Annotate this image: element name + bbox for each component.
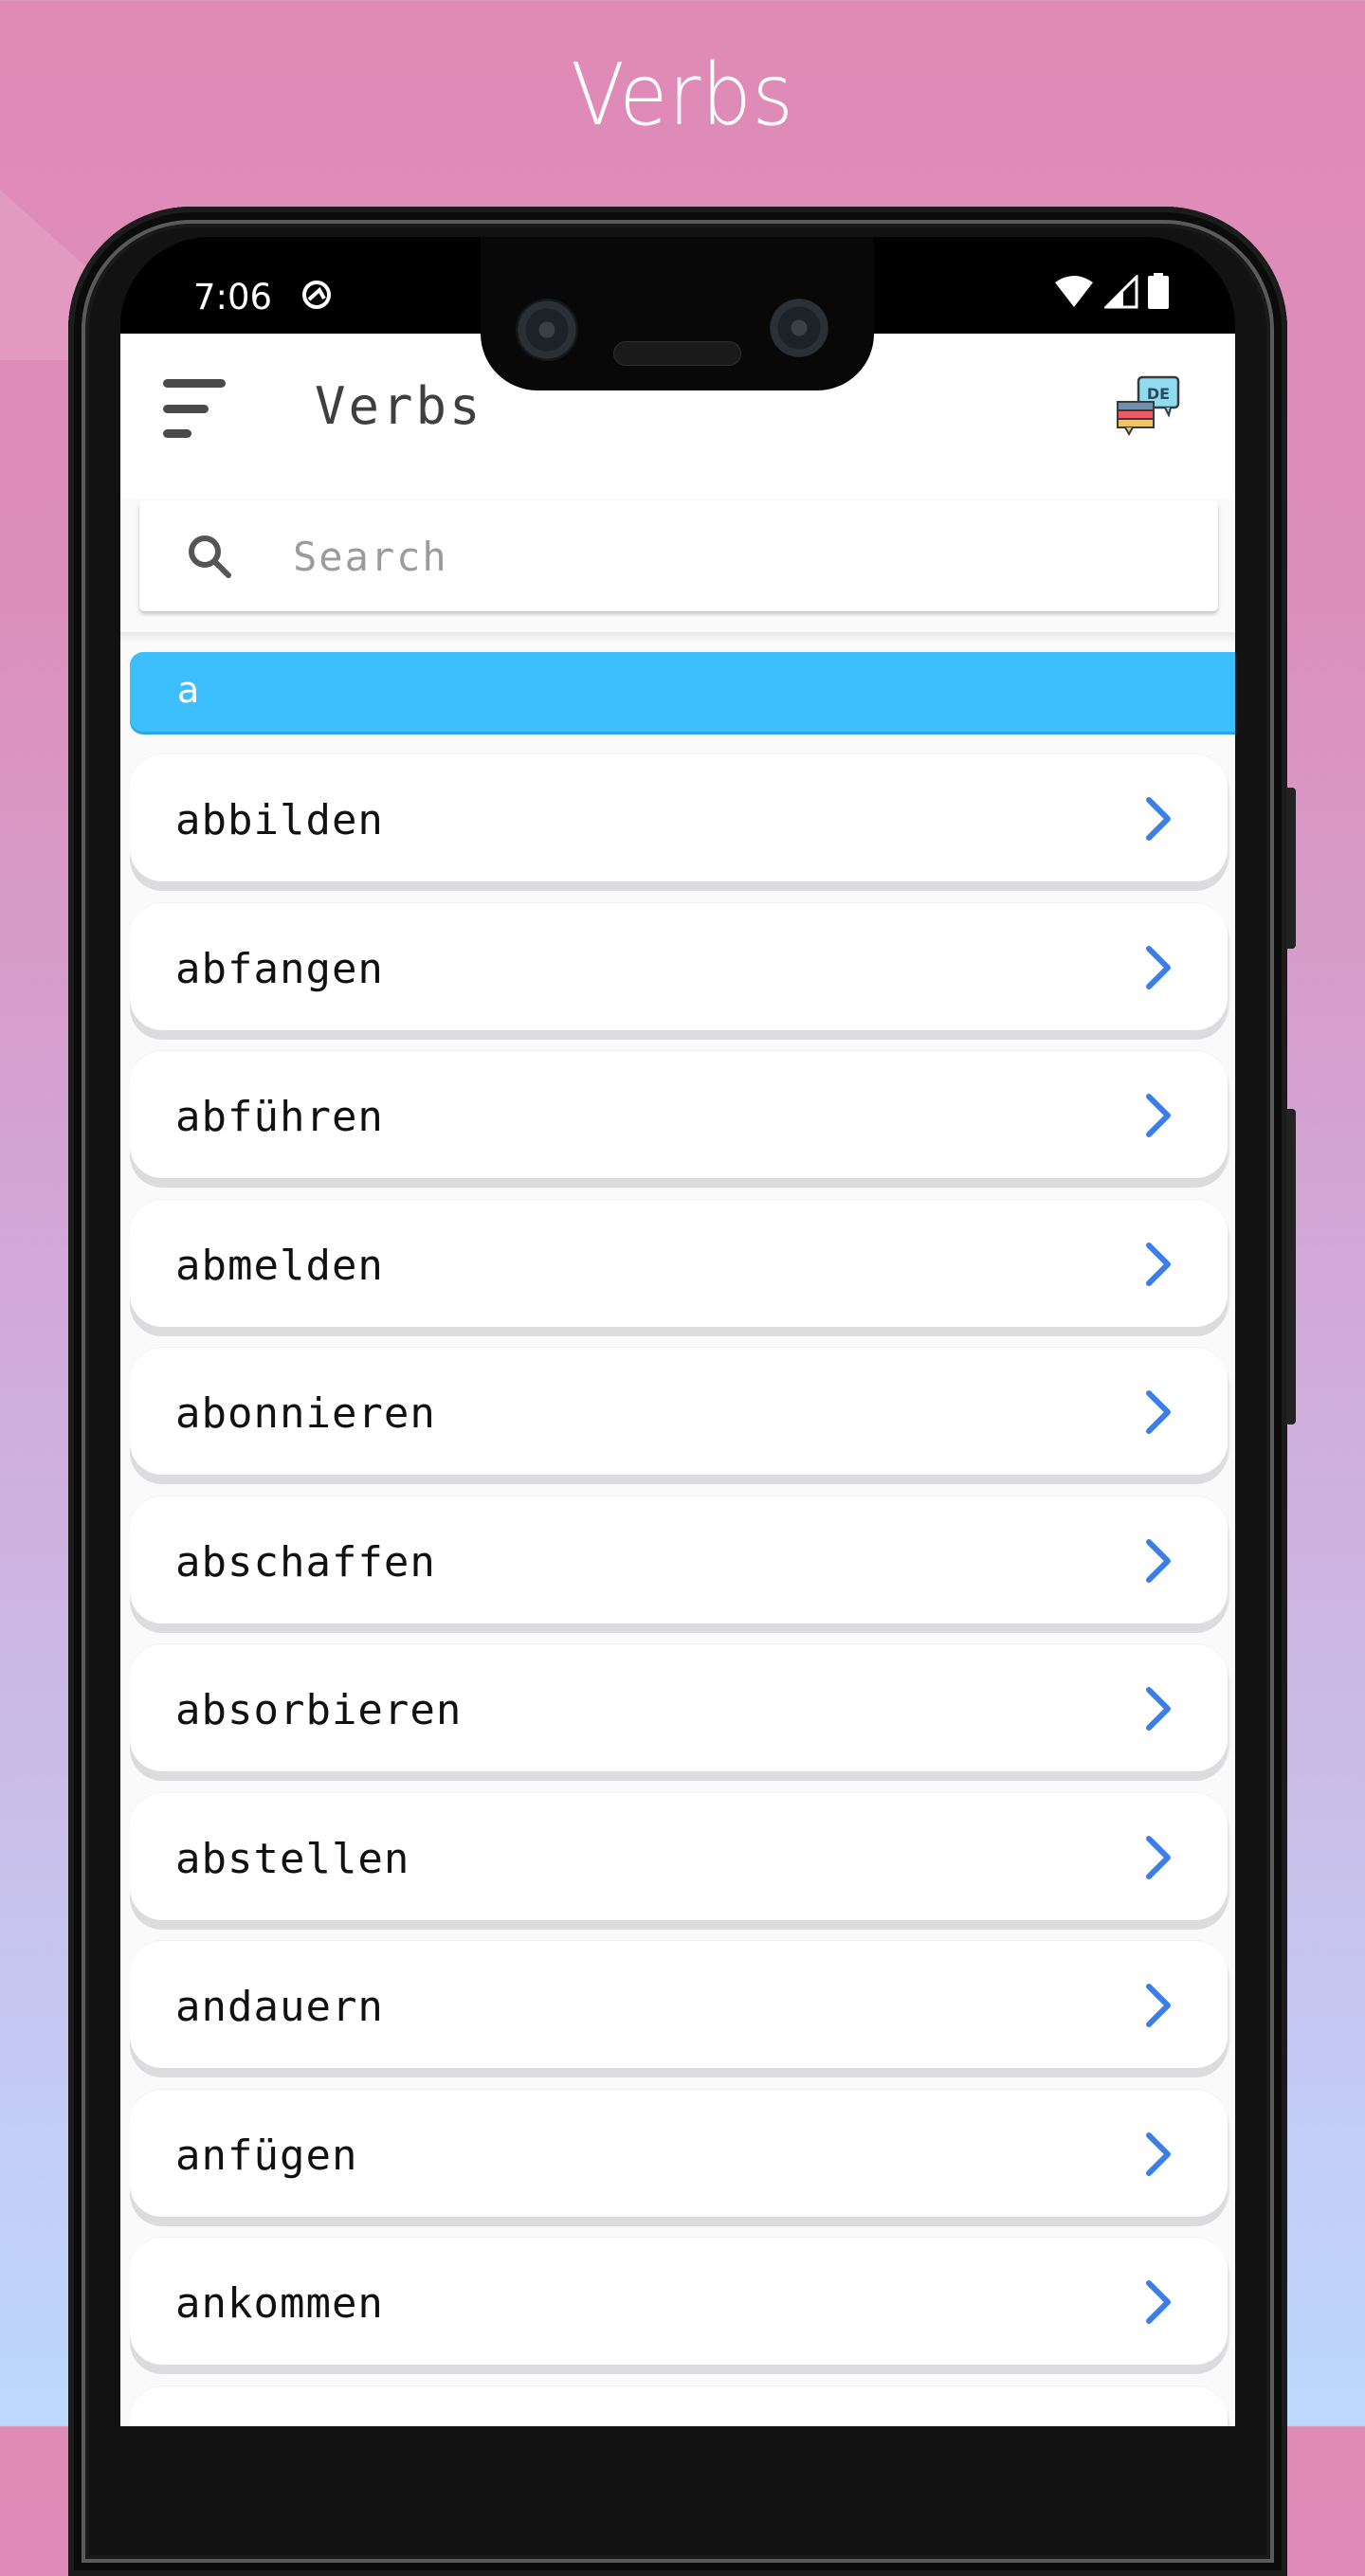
list-item[interactable]: absorbieren	[130, 1644, 1228, 1771]
status-time: 7:06	[193, 277, 273, 317]
chevron-right-icon	[1146, 945, 1171, 989]
search-divider	[120, 632, 1235, 644]
wifi-icon	[1055, 276, 1093, 307]
verb-label: abstellen	[175, 1834, 410, 1883]
verb-label: anfügen	[175, 2131, 358, 2180]
chevron-right-icon	[1146, 1390, 1171, 1434]
chevron-right-icon	[1146, 1094, 1171, 1137]
chevron-right-icon	[1146, 1242, 1171, 1286]
verb-label: absorbieren	[175, 1686, 463, 1734]
battery-icon	[1148, 273, 1169, 309]
section-letter: a	[177, 669, 200, 711]
chevron-right-icon	[1146, 1984, 1171, 2027]
page-title: Verbs	[315, 376, 483, 436]
verb-label: ankommen	[175, 2279, 384, 2328]
chevron-right-icon	[1146, 1835, 1171, 1879]
menu-icon[interactable]	[163, 379, 229, 438]
search-input[interactable]	[291, 521, 1186, 591]
earpiece-speaker	[613, 341, 741, 366]
list-item[interactable]: anfügen	[130, 2089, 1228, 2217]
list-item[interactable]: abschaffen	[130, 1496, 1228, 1624]
phone-screen: 7:06 Verbs DE Search a abbilden abfangen…	[120, 237, 1235, 2426]
search-icon	[189, 535, 231, 578]
chevron-right-icon	[1146, 797, 1171, 841]
list-item[interactable]: andauern	[130, 1941, 1228, 2068]
signal-icon	[1104, 275, 1138, 309]
verb-label: abfangen	[175, 944, 384, 993]
search-bar	[139, 500, 1218, 611]
section-header-a: a	[130, 652, 1235, 732]
list-item[interactable]: abstellen	[130, 1792, 1228, 1920]
camera-notch	[481, 237, 874, 390]
list-item[interactable]: ankommen	[130, 2238, 1228, 2365]
app-content: Verbs DE a abbilden	[120, 334, 1235, 2426]
status-icons	[1053, 273, 1169, 309]
list-item[interactable]: abmelden	[130, 1199, 1228, 1327]
verb-label: abführen	[175, 1093, 384, 1141]
power-button	[1286, 788, 1296, 949]
german-flag-chat-icon[interactable]: DE	[1116, 373, 1182, 440]
assistant-icon	[302, 281, 331, 309]
verb-label: andauern	[175, 1983, 384, 2031]
front-camera-left	[516, 299, 578, 361]
promo-title: Verbs	[571, 45, 794, 145]
volume-button	[1286, 1109, 1296, 1424]
front-camera-right	[770, 299, 828, 357]
list-item[interactable]: abfangen	[130, 902, 1228, 1030]
verb-label: abschaffen	[175, 1537, 436, 1587]
verb-label: abonnieren	[175, 1389, 436, 1438]
chevron-right-icon	[1146, 2132, 1171, 2176]
chevron-right-icon	[1146, 1687, 1171, 1731]
chevron-right-icon	[1146, 1538, 1171, 1583]
de-badge-text: DE	[1147, 385, 1170, 403]
verb-label: abbilden	[175, 796, 384, 844]
verb-label: abmelden	[175, 1241, 384, 1290]
verb-list: abbilden abfangen abführen abmelden abon…	[130, 754, 1228, 2426]
list-item[interactable]: abführen	[130, 1051, 1228, 1178]
list-item[interactable]: abonnieren	[130, 1348, 1228, 1475]
list-item[interactable]: abbilden	[130, 754, 1228, 881]
list-item-partial[interactable]	[130, 2386, 1228, 2426]
chevron-right-icon	[1146, 2280, 1171, 2324]
